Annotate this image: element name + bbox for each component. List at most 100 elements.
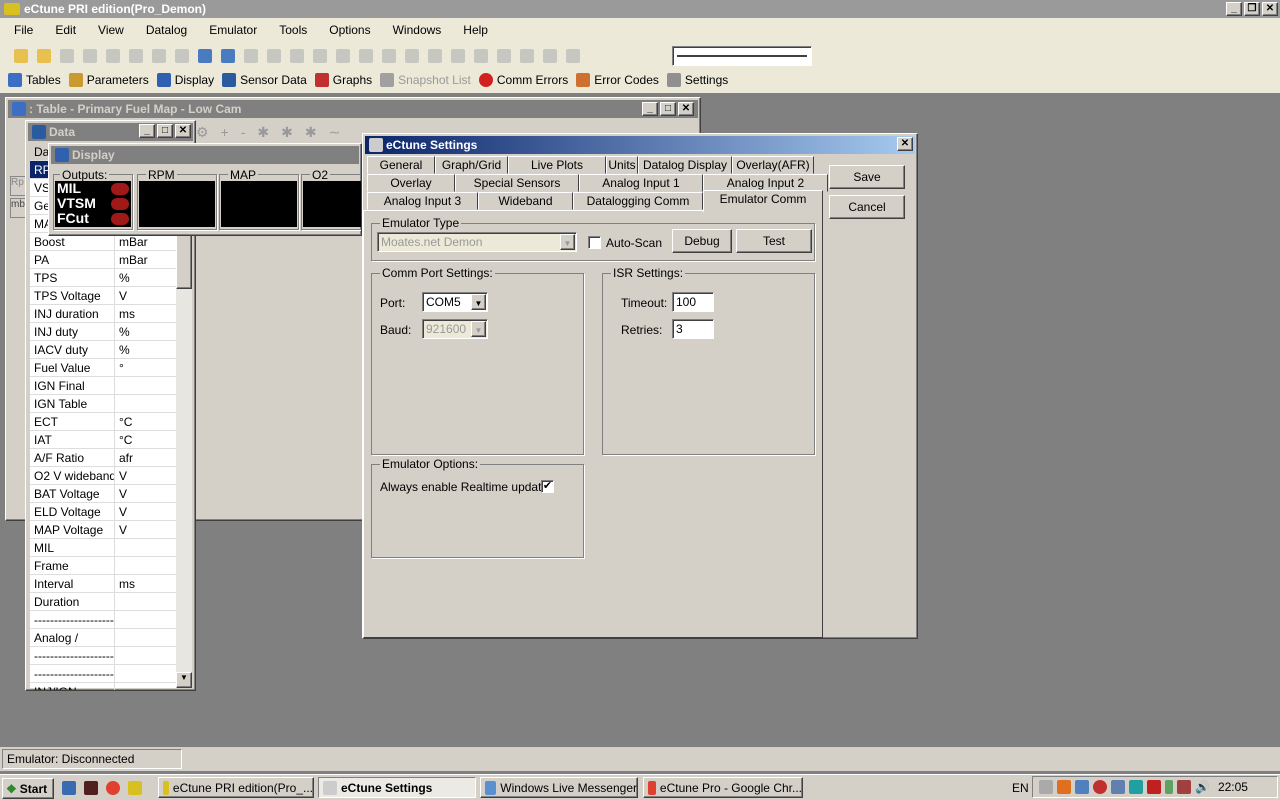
menu-file[interactable]: File xyxy=(14,23,33,37)
table-row[interactable]: MAP Voltage V xyxy=(30,521,176,539)
undo-icon[interactable] xyxy=(244,49,258,63)
tab-analog-input-1[interactable]: Analog Input 1 xyxy=(579,174,703,192)
maximize-button[interactable]: □ xyxy=(157,124,173,138)
baud-select[interactable]: 921600 ▼ xyxy=(422,319,488,339)
toolbar-button-tables[interactable]: Tables xyxy=(8,73,61,87)
ectune-icon[interactable] xyxy=(128,781,142,795)
timeout-input[interactable]: 100 xyxy=(672,292,714,312)
table-row[interactable]: MIL xyxy=(30,539,176,557)
close-button[interactable]: ✕ xyxy=(1262,2,1278,16)
upload-icon[interactable] xyxy=(382,49,396,63)
table-row[interactable]: IGN Final xyxy=(30,377,176,395)
download-icon[interactable] xyxy=(405,49,419,63)
emulator-type-select[interactable]: Moates.net Demon ▼ xyxy=(377,232,577,252)
close-button[interactable]: ✕ xyxy=(897,137,913,151)
chrome-icon[interactable] xyxy=(106,781,120,795)
tab-datalogging-comm[interactable]: Datalogging Comm xyxy=(573,192,703,210)
realtime-update-checkbox[interactable]: ✔ xyxy=(541,480,554,493)
minimize-button[interactable]: _ xyxy=(1226,2,1242,16)
print-icon[interactable] xyxy=(129,49,143,63)
tab-units[interactable]: Units xyxy=(606,156,638,174)
open-log-icon[interactable] xyxy=(428,49,442,63)
table-row[interactable]: IACV duty% xyxy=(30,341,176,359)
tab-emulator-comm[interactable]: Emulator Comm xyxy=(703,190,823,212)
app-quicklaunch-icon[interactable] xyxy=(84,781,98,795)
menu-tools[interactable]: Tools xyxy=(279,23,307,37)
tab-special-sensors[interactable]: Special Sensors xyxy=(455,174,579,192)
burn-icon[interactable] xyxy=(152,49,166,63)
tab-datalog-display[interactable]: Datalog Display xyxy=(638,156,732,174)
table-row[interactable]: Analog / xyxy=(30,629,176,647)
menu-datalog[interactable]: Datalog xyxy=(146,23,187,37)
tray-app-icon[interactable] xyxy=(1075,780,1089,794)
taskbar-button[interactable]: eCtune Settings xyxy=(318,777,476,798)
plug-icon[interactable] xyxy=(290,49,304,63)
menu-options[interactable]: Options xyxy=(329,23,370,37)
fast-forward-icon[interactable] xyxy=(520,49,534,63)
table-row[interactable]: ECT °C xyxy=(30,413,176,431)
toolbar-button-parameters[interactable]: Parameters xyxy=(68,73,149,87)
toolbar-button-settings[interactable]: Settings xyxy=(666,73,728,87)
minimize-button[interactable]: _ xyxy=(139,124,155,138)
close-button[interactable]: ✕ xyxy=(678,102,694,116)
prev-icon[interactable] xyxy=(474,49,488,63)
restore-button[interactable]: ❐ xyxy=(1244,2,1260,16)
menu-view[interactable]: View xyxy=(98,23,124,37)
table-row[interactable]: BAT Voltage V xyxy=(30,485,176,503)
keyboard-icon[interactable] xyxy=(1039,780,1053,794)
toolbar-button-graphs[interactable]: Graphs xyxy=(314,73,372,87)
tray-security-icon[interactable] xyxy=(1093,780,1107,794)
table-row[interactable]: ----------------------- xyxy=(30,611,176,629)
scroll-down-button[interactable]: ▼ xyxy=(176,672,192,688)
language-indicator[interactable]: EN xyxy=(1012,781,1029,795)
save-button[interactable]: Save xyxy=(829,165,905,189)
next-icon[interactable] xyxy=(497,49,511,63)
toolbar-button-comm-errors[interactable]: Comm Errors xyxy=(478,73,568,87)
menu-edit[interactable]: Edit xyxy=(55,23,76,37)
table-row[interactable]: Duration xyxy=(30,593,176,611)
pause-icon[interactable] xyxy=(543,49,557,63)
retries-input[interactable]: 3 xyxy=(672,319,714,339)
maximize-button[interactable]: □ xyxy=(660,102,676,116)
copy-db-icon[interactable] xyxy=(106,49,120,63)
show-desktop-icon[interactable] xyxy=(62,781,76,795)
table-row[interactable]: Interval ms xyxy=(30,575,176,593)
test-button[interactable]: Test xyxy=(736,229,812,253)
menu-help[interactable]: Help xyxy=(463,23,488,37)
copy-icon[interactable] xyxy=(198,49,212,63)
port-select[interactable]: COM5 ▼ xyxy=(422,292,488,312)
taskbar-button[interactable]: eCtune Pro - Google Chr... xyxy=(643,777,803,798)
table-row[interactable]: TPS% xyxy=(30,269,176,287)
menu-emulator[interactable]: Emulator xyxy=(209,23,257,37)
stop-icon[interactable] xyxy=(566,49,580,63)
position-slider[interactable] xyxy=(672,46,812,66)
table-row[interactable]: PA mBar xyxy=(30,251,176,269)
close-button[interactable]: ✕ xyxy=(175,124,191,138)
table-row[interactable]: O2 V wideband V xyxy=(30,467,176,485)
tray-app-icon[interactable] xyxy=(1129,780,1143,794)
table-row[interactable]: ----------------------- xyxy=(30,647,176,665)
tray-app-icon[interactable] xyxy=(1147,780,1161,794)
redo-icon[interactable] xyxy=(267,49,281,63)
record-icon[interactable] xyxy=(313,49,327,63)
auto-scan-checkbox[interactable] xyxy=(588,236,601,249)
save-as-icon[interactable] xyxy=(83,49,97,63)
taskbar-button[interactable]: eCtune PRI edition(Pro_... xyxy=(158,777,314,798)
tab-overlay-afr-[interactable]: Overlay(AFR) xyxy=(732,156,814,174)
volume-icon[interactable]: 🔊 xyxy=(1195,780,1210,794)
paste-icon[interactable] xyxy=(221,49,235,63)
tray-app-icon[interactable] xyxy=(1057,780,1071,794)
toolbar-button-error-codes[interactable]: Error Codes xyxy=(576,73,659,87)
table-row[interactable]: ----------------------- xyxy=(30,665,176,683)
open-folder-icon[interactable] xyxy=(37,49,51,63)
table-row[interactable]: INJ duration ms xyxy=(30,305,176,323)
table-row[interactable]: IGN Table xyxy=(30,395,176,413)
save-icon[interactable] xyxy=(60,49,74,63)
table-row[interactable]: Fuel Value ° xyxy=(30,359,176,377)
table-row[interactable]: INJ duty% xyxy=(30,323,176,341)
tab-general[interactable]: General xyxy=(367,156,435,174)
start-button[interactable]: ❖ Start xyxy=(2,778,54,799)
tab-wideband[interactable]: Wideband xyxy=(478,192,573,210)
table-row[interactable]: Frame xyxy=(30,557,176,575)
new-file-icon[interactable] xyxy=(14,49,28,63)
